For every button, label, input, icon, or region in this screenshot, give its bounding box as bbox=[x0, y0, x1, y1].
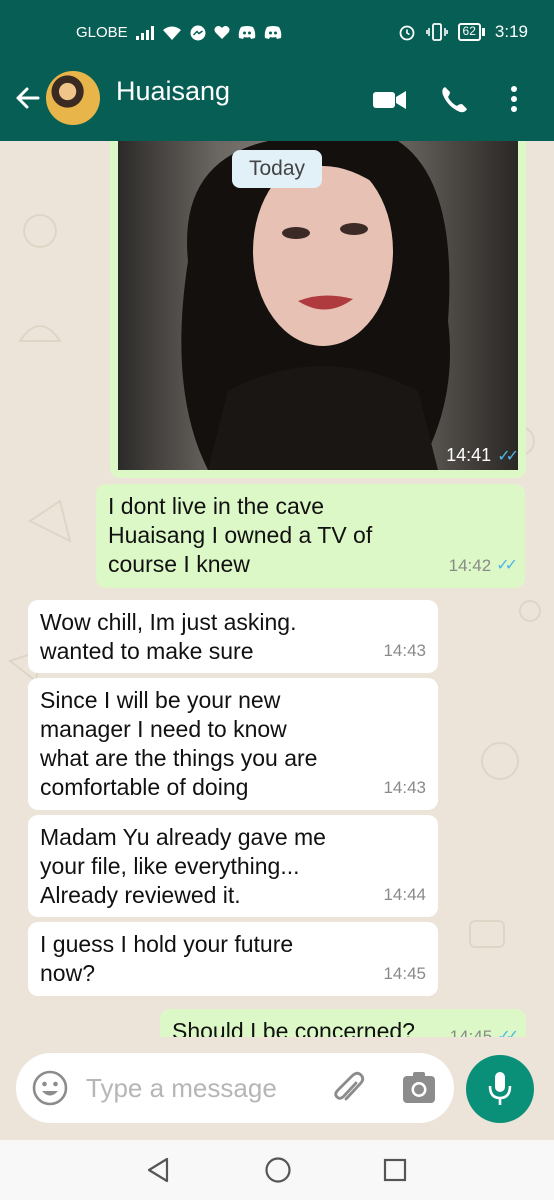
message-input[interactable]: Type a message bbox=[16, 1053, 454, 1123]
message-meta: 14:45 ✓✓ bbox=[449, 1022, 519, 1037]
system-nav-bar bbox=[0, 1140, 554, 1200]
message-bubble-outgoing[interactable]: Should I be concerned? 14:45 ✓✓ bbox=[160, 1009, 526, 1037]
home-nav-icon[interactable] bbox=[264, 1156, 292, 1184]
message-time: 14:44 bbox=[383, 885, 426, 904]
discord-icon bbox=[238, 25, 255, 39]
back-nav-icon[interactable] bbox=[145, 1156, 171, 1184]
photo-content bbox=[181, 141, 451, 470]
battery-indicator: 62 bbox=[457, 23, 485, 41]
message-time: 14:45 bbox=[449, 1027, 493, 1037]
date-divider: Today bbox=[232, 150, 322, 188]
message-meta: 14:44 bbox=[383, 880, 426, 909]
message-bubble-incoming[interactable]: I guess I hold your future now? 14:45 bbox=[28, 922, 438, 996]
message-bubble-outgoing[interactable]: I dont live in the cave Huaisang I owned… bbox=[96, 484, 525, 588]
composer-bar: Type a message bbox=[0, 1037, 554, 1140]
read-receipt-icon: ✓✓ bbox=[497, 447, 519, 465]
status-left: GLOBE bbox=[76, 24, 282, 41]
shared-photo[interactable] bbox=[118, 141, 518, 470]
heart-icon bbox=[214, 26, 230, 39]
message-time: 14:41 bbox=[446, 445, 492, 465]
vibrate-icon bbox=[425, 23, 448, 41]
avatar[interactable] bbox=[46, 71, 100, 125]
message-meta: 14:45 bbox=[383, 959, 426, 988]
back-arrow-icon[interactable] bbox=[12, 81, 42, 115]
message-text: Madam Yu already gave me your file, like… bbox=[40, 824, 326, 908]
messenger-icon bbox=[190, 25, 206, 40]
recents-nav-icon[interactable] bbox=[382, 1156, 408, 1184]
camera-icon[interactable] bbox=[402, 1071, 436, 1105]
message-placeholder: Type a message bbox=[86, 1073, 277, 1103]
message-text: Wow chill, Im just asking. wanted to mak… bbox=[40, 609, 297, 664]
emoji-icon[interactable] bbox=[32, 1070, 68, 1106]
message-time: 14:42 bbox=[448, 556, 492, 575]
message-meta: 14:43 bbox=[383, 773, 426, 802]
status-right: 62 3:19 bbox=[398, 22, 528, 42]
message-bubble-incoming[interactable]: Since I will be your new manager I need … bbox=[28, 678, 438, 810]
message-meta: 14:42 ✓✓ bbox=[448, 551, 518, 580]
signal-icon bbox=[135, 25, 154, 40]
chat-area[interactable]: 14:41 ✓✓ Today I dont live in the cave H… bbox=[0, 141, 554, 1037]
message-text: I guess I hold your future now? bbox=[40, 931, 294, 986]
video-call-icon[interactable] bbox=[372, 79, 408, 119]
carrier-label: GLOBE bbox=[76, 24, 128, 41]
attach-icon[interactable] bbox=[332, 1069, 366, 1107]
message-time: 14:43 bbox=[383, 778, 426, 797]
voice-record-button[interactable] bbox=[466, 1055, 534, 1123]
image-meta: 14:41 ✓✓ bbox=[446, 445, 519, 466]
chat-header: Huaisang bbox=[0, 57, 554, 141]
mic-icon bbox=[488, 1072, 512, 1105]
wifi-icon bbox=[162, 26, 181, 40]
message-time: 14:45 bbox=[383, 964, 426, 983]
contact-name[interactable]: Huaisang bbox=[116, 76, 230, 107]
message-text: Since I will be your new manager I need … bbox=[40, 687, 318, 800]
image-message[interactable]: 14:41 ✓✓ bbox=[110, 141, 526, 478]
discord-icon-2 bbox=[264, 25, 281, 39]
clock: 3:19 bbox=[494, 22, 528, 41]
read-receipt-icon: ✓✓ bbox=[496, 557, 518, 574]
status-bar: GLOBE 62 3:19 bbox=[0, 0, 554, 57]
message-time: 14:43 bbox=[383, 641, 426, 660]
message-meta: 14:43 bbox=[383, 636, 426, 665]
read-receipt-icon: ✓✓ bbox=[497, 1028, 519, 1037]
alarm-icon bbox=[399, 25, 414, 41]
message-bubble-incoming[interactable]: Madam Yu already gave me your file, like… bbox=[28, 815, 438, 917]
message-bubble-incoming[interactable]: Wow chill, Im just asking. wanted to mak… bbox=[28, 600, 438, 673]
voice-call-icon[interactable] bbox=[438, 79, 470, 119]
more-options-icon[interactable] bbox=[508, 79, 520, 119]
